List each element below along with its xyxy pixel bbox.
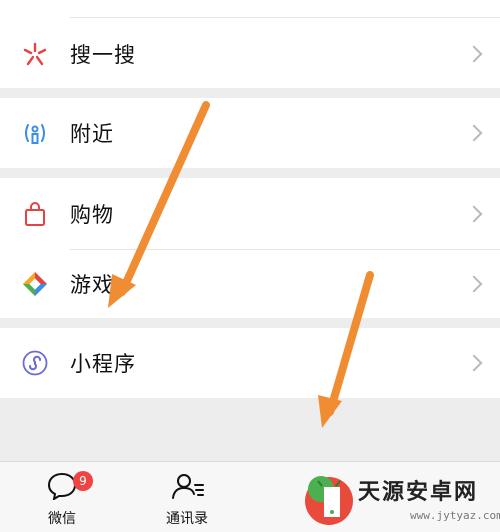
watermark-url: www.jytyaz.com xyxy=(410,509,500,522)
tab-chats[interactable]: 9 微信 xyxy=(12,462,112,532)
watermark-title: 天源安卓网 xyxy=(358,480,479,505)
unread-badge: 9 xyxy=(73,471,93,491)
annotation-arrow-games xyxy=(108,101,210,308)
contacts-icon xyxy=(171,472,205,504)
annotation-arrows xyxy=(108,101,374,428)
watermark: 天源安卓网 www.jytyaz.com xyxy=(296,461,500,531)
chat-bubble-icon xyxy=(47,472,77,504)
tab-chats-label: 微信 xyxy=(48,511,76,527)
annotation-arrow-tab xyxy=(318,271,374,428)
watermark-logo xyxy=(305,476,353,525)
tab-contacts-label: 通讯录 xyxy=(166,511,208,527)
tab-contacts[interactable]: 通讯录 xyxy=(137,462,237,532)
